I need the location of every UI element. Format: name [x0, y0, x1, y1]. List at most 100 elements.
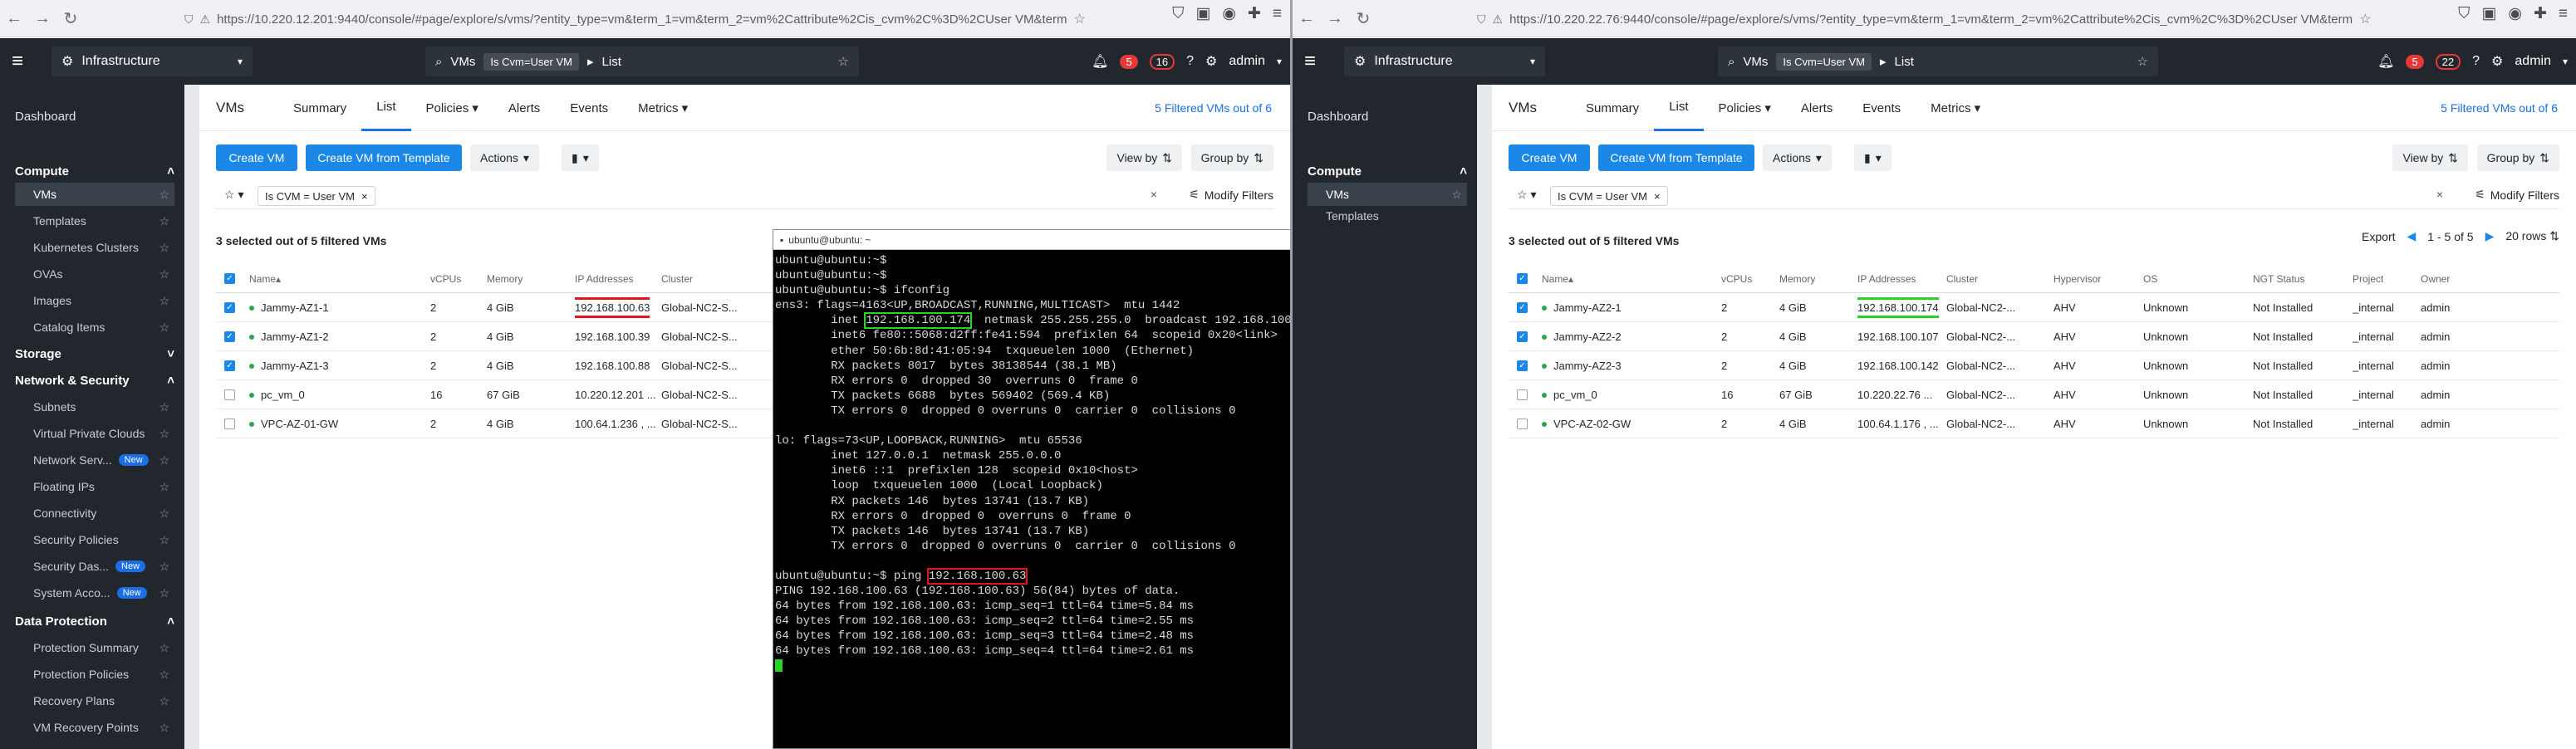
sidebar-group-data-protection[interactable]: Data Protection ˄	[15, 614, 174, 629]
sidebar-group-network[interactable]: Network & Security ˄	[15, 374, 174, 388]
cell-name[interactable]: VPC-AZ-02-GW	[1542, 409, 1631, 438]
tab-policies[interactable]: Policies ▾	[1704, 85, 1786, 131]
alert-badge[interactable]: 5	[1120, 54, 1138, 69]
sidebar-item-vm-recovery-points[interactable]: VM Recovery Points ☆	[15, 716, 174, 739]
create-vm-button[interactable]: Create VM	[1509, 144, 1590, 171]
cell-name[interactable]: Jammy-AZ1-1	[249, 293, 329, 322]
column-header[interactable]: Name ▴	[1542, 264, 1573, 293]
create-vm-button[interactable]: Create VM	[216, 144, 297, 171]
star-icon[interactable]: ☆	[838, 54, 849, 69]
filter-star-icon[interactable]: ☆ ▾	[1517, 188, 1536, 202]
filter-star-icon[interactable]: ☆ ▾	[224, 188, 243, 202]
cell-name[interactable]: Jammy-AZ2-2	[1542, 322, 1622, 351]
export-button[interactable]: Export	[2362, 230, 2395, 243]
table-row[interactable]: ✓ Jammy-AZ2-2 2 4 GiB 192.168.100.107 Global-…	[1509, 322, 2559, 351]
cell-name[interactable]: Jammy-AZ1-3	[249, 351, 329, 380]
view-by-button[interactable]: View by ⇅	[2392, 144, 2468, 171]
help-icon[interactable]: ?	[1186, 54, 1194, 69]
row-checkbox[interactable]: ✓	[224, 331, 235, 342]
star-icon[interactable]: ☆	[159, 188, 169, 202]
hamburger-menu-icon[interactable]: ≡	[12, 50, 23, 73]
star-icon[interactable]: ☆	[159, 721, 169, 735]
table-row[interactable]: ✓ Jammy-AZ2-1 2 4 GiB 192.168.100.174 Global-…	[1509, 293, 2559, 322]
sidebar-item-templates[interactable]: Templates ☆	[15, 209, 174, 233]
row-select-cell[interactable]	[1517, 380, 1528, 409]
cell-name[interactable]: Jammy-AZ2-1	[1542, 293, 1622, 322]
tab-alerts[interactable]: Alerts	[493, 85, 555, 131]
modify-filters-button[interactable]: ⚟ Modify Filters	[2475, 188, 2559, 202]
row-select-cell[interactable]	[1517, 409, 1528, 438]
column-header[interactable]: IP Addresses	[575, 264, 634, 293]
settings-icon[interactable]: ⚙	[2491, 53, 2503, 70]
alert-badge[interactable]: 5	[2406, 54, 2424, 69]
bookmark-button[interactable]: ▮ ▾	[1854, 144, 1892, 171]
table-row[interactable]: VPC-AZ-02-GW 2 4 GiB 100.64.1.176 , ... Glob…	[1509, 409, 2559, 438]
sidebar-item-protection-summary[interactable]: Protection Summary ☆	[15, 636, 174, 659]
star-icon[interactable]: ☆	[159, 321, 169, 335]
sidebar-item-dashboard[interactable]: Dashboard	[15, 110, 76, 124]
star-icon[interactable]: ☆	[159, 294, 169, 308]
bookmark-star-icon[interactable]: ☆	[1073, 11, 1085, 27]
hamburger-menu-icon[interactable]: ≡	[1304, 50, 1316, 73]
select-all-checkbox[interactable]: ✓	[1517, 273, 1528, 284]
tab-list[interactable]: List	[361, 85, 411, 131]
row-select-cell[interactable]: ✓	[1517, 322, 1528, 351]
create-from-template-button[interactable]: Create VM from Template	[1598, 144, 1754, 171]
column-header[interactable]: Cluster	[661, 264, 693, 293]
row-select-cell[interactable]: ✓	[224, 322, 235, 351]
puzzle-icon[interactable]: ✚	[1248, 4, 1261, 23]
star-icon[interactable]: ☆	[159, 453, 169, 468]
row-checkbox[interactable]	[1517, 419, 1528, 429]
star-icon[interactable]: ☆	[159, 214, 169, 228]
select-all-cell[interactable]: ✓	[224, 264, 235, 293]
reload-icon[interactable]: ↻	[1349, 4, 1377, 32]
row-checkbox[interactable]: ✓	[1517, 360, 1528, 371]
star-icon[interactable]: ☆	[159, 400, 169, 414]
sidebar-item-ovas[interactable]: OVAs ☆	[15, 262, 174, 286]
row-checkbox[interactable]: ✓	[1517, 302, 1528, 313]
column-header[interactable]: Hypervisor	[2053, 264, 2101, 293]
star-icon[interactable]: ☆	[159, 267, 169, 281]
tab-events[interactable]: Events	[555, 85, 623, 131]
star-icon[interactable]: ☆	[159, 668, 169, 682]
global-search[interactable]: ⌕ VMs Is Cvm=User VM ▸ List ☆	[425, 47, 859, 76]
column-header[interactable]: vCPUs	[430, 264, 461, 293]
sidebar-item-vms[interactable]: VMs ☆	[15, 183, 174, 206]
view-by-button[interactable]: View by ⇅	[1106, 144, 1182, 171]
infrastructure-selector[interactable]: ⚙ Infrastructure ▾	[1344, 47, 1545, 76]
sidebar-item-system-accounts[interactable]: System Acco... New ☆	[15, 581, 174, 605]
row-select-cell[interactable]	[224, 409, 235, 438]
tab-list[interactable]: List	[1654, 85, 1704, 131]
filter-chip[interactable]: Is CVM = User VM ×	[1550, 186, 1668, 206]
tab-metrics[interactable]: Metrics ▾	[623, 85, 703, 131]
clear-filters-icon[interactable]: ×	[2436, 188, 2443, 201]
sidebar-scrollbar[interactable]	[1477, 85, 1492, 749]
pocket-icon[interactable]: ⛉	[1172, 5, 1184, 23]
sidebar-item-recovery-plans[interactable]: Recovery Plans ☆	[15, 689, 174, 712]
sidebar-item-network-services[interactable]: Network Serv... New ☆	[15, 448, 174, 472]
group-by-button[interactable]: Group by ⇅	[2476, 144, 2559, 171]
star-icon[interactable]: ☆	[159, 480, 169, 494]
row-select-cell[interactable]: ✓	[224, 351, 235, 380]
modify-filters-button[interactable]: ⚟ Modify Filters	[1189, 188, 1273, 202]
row-checkbox[interactable]: ✓	[224, 302, 235, 313]
url-bar[interactable]: ⛉ ⚠ https://10.220.12.201:9440/console/#…	[184, 5, 1107, 33]
bell-icon[interactable]: 🔔︎	[1092, 53, 1108, 70]
pocket-icon[interactable]: ⛉	[2458, 5, 2470, 23]
star-icon[interactable]: ☆	[159, 427, 169, 441]
table-row[interactable]: pc_vm_0 16 67 GiB 10.220.22.76 ... Global-NC…	[1509, 380, 2559, 409]
sidebar-group-compute[interactable]: Compute ˄	[1308, 164, 1467, 179]
sidebar-item-floating-ips[interactable]: Floating IPs ☆	[15, 475, 174, 498]
row-select-cell[interactable]: ✓	[224, 293, 235, 322]
sidebar-item-images[interactable]: Images ☆	[15, 289, 174, 312]
row-select-cell[interactable]: ✓	[1517, 293, 1528, 322]
star-icon[interactable]: ☆	[159, 641, 169, 655]
back-icon[interactable]: ←	[0, 4, 28, 32]
sidebar-item-connectivity[interactable]: Connectivity ☆	[15, 502, 174, 525]
sidebar-item-security-policies[interactable]: Security Policies ☆	[15, 528, 174, 551]
select-all-cell[interactable]: ✓	[1517, 264, 1528, 293]
screenshot-icon[interactable]: ▣	[1195, 4, 1210, 23]
column-header[interactable]: Owner	[2421, 264, 2450, 293]
star-icon[interactable]: ☆	[2137, 54, 2148, 69]
sidebar-item-vpc[interactable]: Virtual Private Clouds ☆	[15, 422, 174, 445]
